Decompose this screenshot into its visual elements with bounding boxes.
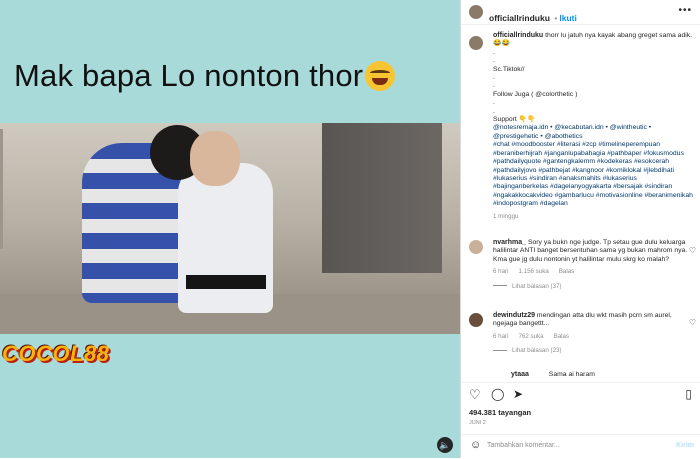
watermark-logo: COCOL88 <box>2 341 110 366</box>
comment-like-icon[interactable]: ♡ <box>689 246 696 255</box>
mute-toggle-icon[interactable]: 🔈 <box>437 437 453 453</box>
person-head <box>190 131 240 186</box>
commenter-avatar[interactable] <box>469 313 483 327</box>
send-button[interactable]: Kirim <box>676 442 694 449</box>
video-frame[interactable] <box>0 123 460 334</box>
post-date: JUNI 2 <box>469 420 486 426</box>
caption-line: . <box>493 57 495 65</box>
comment-bar: ☺ Tambahkan komentar... Kirim <box>461 434 700 459</box>
comment-username[interactable]: nvarhma_ <box>493 239 526 246</box>
comment-partial: ytaaa Sama ai haram <box>493 371 595 381</box>
comment: dewindutz29 mendingan atta dlu wkt masih… <box>493 312 688 356</box>
caption-line: . <box>493 99 495 107</box>
hashtags[interactable]: #chat #moodbooster #literasi #zcp #timel… <box>493 141 693 208</box>
background-rack <box>0 129 73 249</box>
caption-avatar[interactable] <box>469 36 483 50</box>
author-username[interactable]: officiallrinduku <box>489 13 550 23</box>
support-label: Support 👇👇 <box>493 116 536 124</box>
action-bar: ♡ ◯ ➤ ▯ 494.381 tayangan JUNI 2 <box>461 382 700 435</box>
comment-username[interactable]: ytaaa <box>511 371 529 378</box>
follow-button[interactable]: Ikuti <box>559 13 576 23</box>
comment: nvarhma_ Sory ya bukn nge judge. Tp seta… <box>493 239 688 291</box>
background-cabinet <box>322 123 442 273</box>
commenter-avatar[interactable] <box>469 240 483 254</box>
reply-button[interactable]: Balas <box>559 268 574 276</box>
comment-like-icon[interactable]: ♡ <box>689 318 696 327</box>
laughing-emoji-icon <box>365 61 396 91</box>
see-replies-button[interactable]: Lihat balasan (37) <box>493 283 688 291</box>
like-icon[interactable]: ♡ <box>469 387 481 403</box>
support-handles[interactable]: @notesremaja.idn • @kecabutan.idn • @win… <box>493 124 693 141</box>
comment-likes[interactable]: 1.156 suka <box>518 268 548 276</box>
emoji-icon[interactable]: ☺ <box>470 439 481 451</box>
comment-likes[interactable]: 762 suka <box>518 333 543 341</box>
comment-time: 6 hari <box>493 268 509 276</box>
caption-line: . <box>493 48 495 56</box>
bookmark-icon[interactable]: ▯ <box>685 387 692 401</box>
caption-line: Follow Juga ( @colorthetic ) <box>493 90 578 98</box>
caption-line: Sc.Tiktok// <box>493 65 525 73</box>
author-avatar[interactable] <box>469 5 483 19</box>
black-belt <box>186 275 266 289</box>
post-media[interactable]: Mak bapa Lo nonton thor COCOL88 🔈 <box>0 0 460 458</box>
post-header: officiallrinduku • Ikuti ••• <box>461 0 700 25</box>
views-count[interactable]: 494.381 tayangan <box>469 408 531 417</box>
share-icon[interactable]: ➤ <box>513 387 523 401</box>
caption-line: . <box>493 82 495 90</box>
reply-button[interactable]: Balas <box>554 333 569 341</box>
person-white-uniform <box>178 163 273 313</box>
comment-time: 6 hari <box>493 332 509 340</box>
overlay-caption: Mak bapa Lo nonton thor <box>14 58 396 94</box>
comment-icon[interactable]: ◯ <box>491 387 504 401</box>
see-replies-button[interactable]: Lihat balasan (23) <box>493 347 688 355</box>
caption-time: 1 minggu <box>493 212 519 220</box>
post-panel: officiallrinduku • Ikuti ••• officiallri… <box>461 0 700 458</box>
caption-line: . <box>493 74 495 82</box>
caption-line: . <box>493 107 495 115</box>
caption-username[interactable]: officiallrinduku <box>493 32 543 39</box>
post-caption: officiallrinduku thorr lu jatuh nya kaya… <box>493 32 693 221</box>
more-options-icon[interactable]: ••• <box>678 5 692 16</box>
comment-username[interactable]: dewindutz29 <box>493 312 535 319</box>
comment-input[interactable]: Tambahkan komentar... <box>487 442 560 449</box>
comment-text: Sama ai haram <box>548 371 595 378</box>
